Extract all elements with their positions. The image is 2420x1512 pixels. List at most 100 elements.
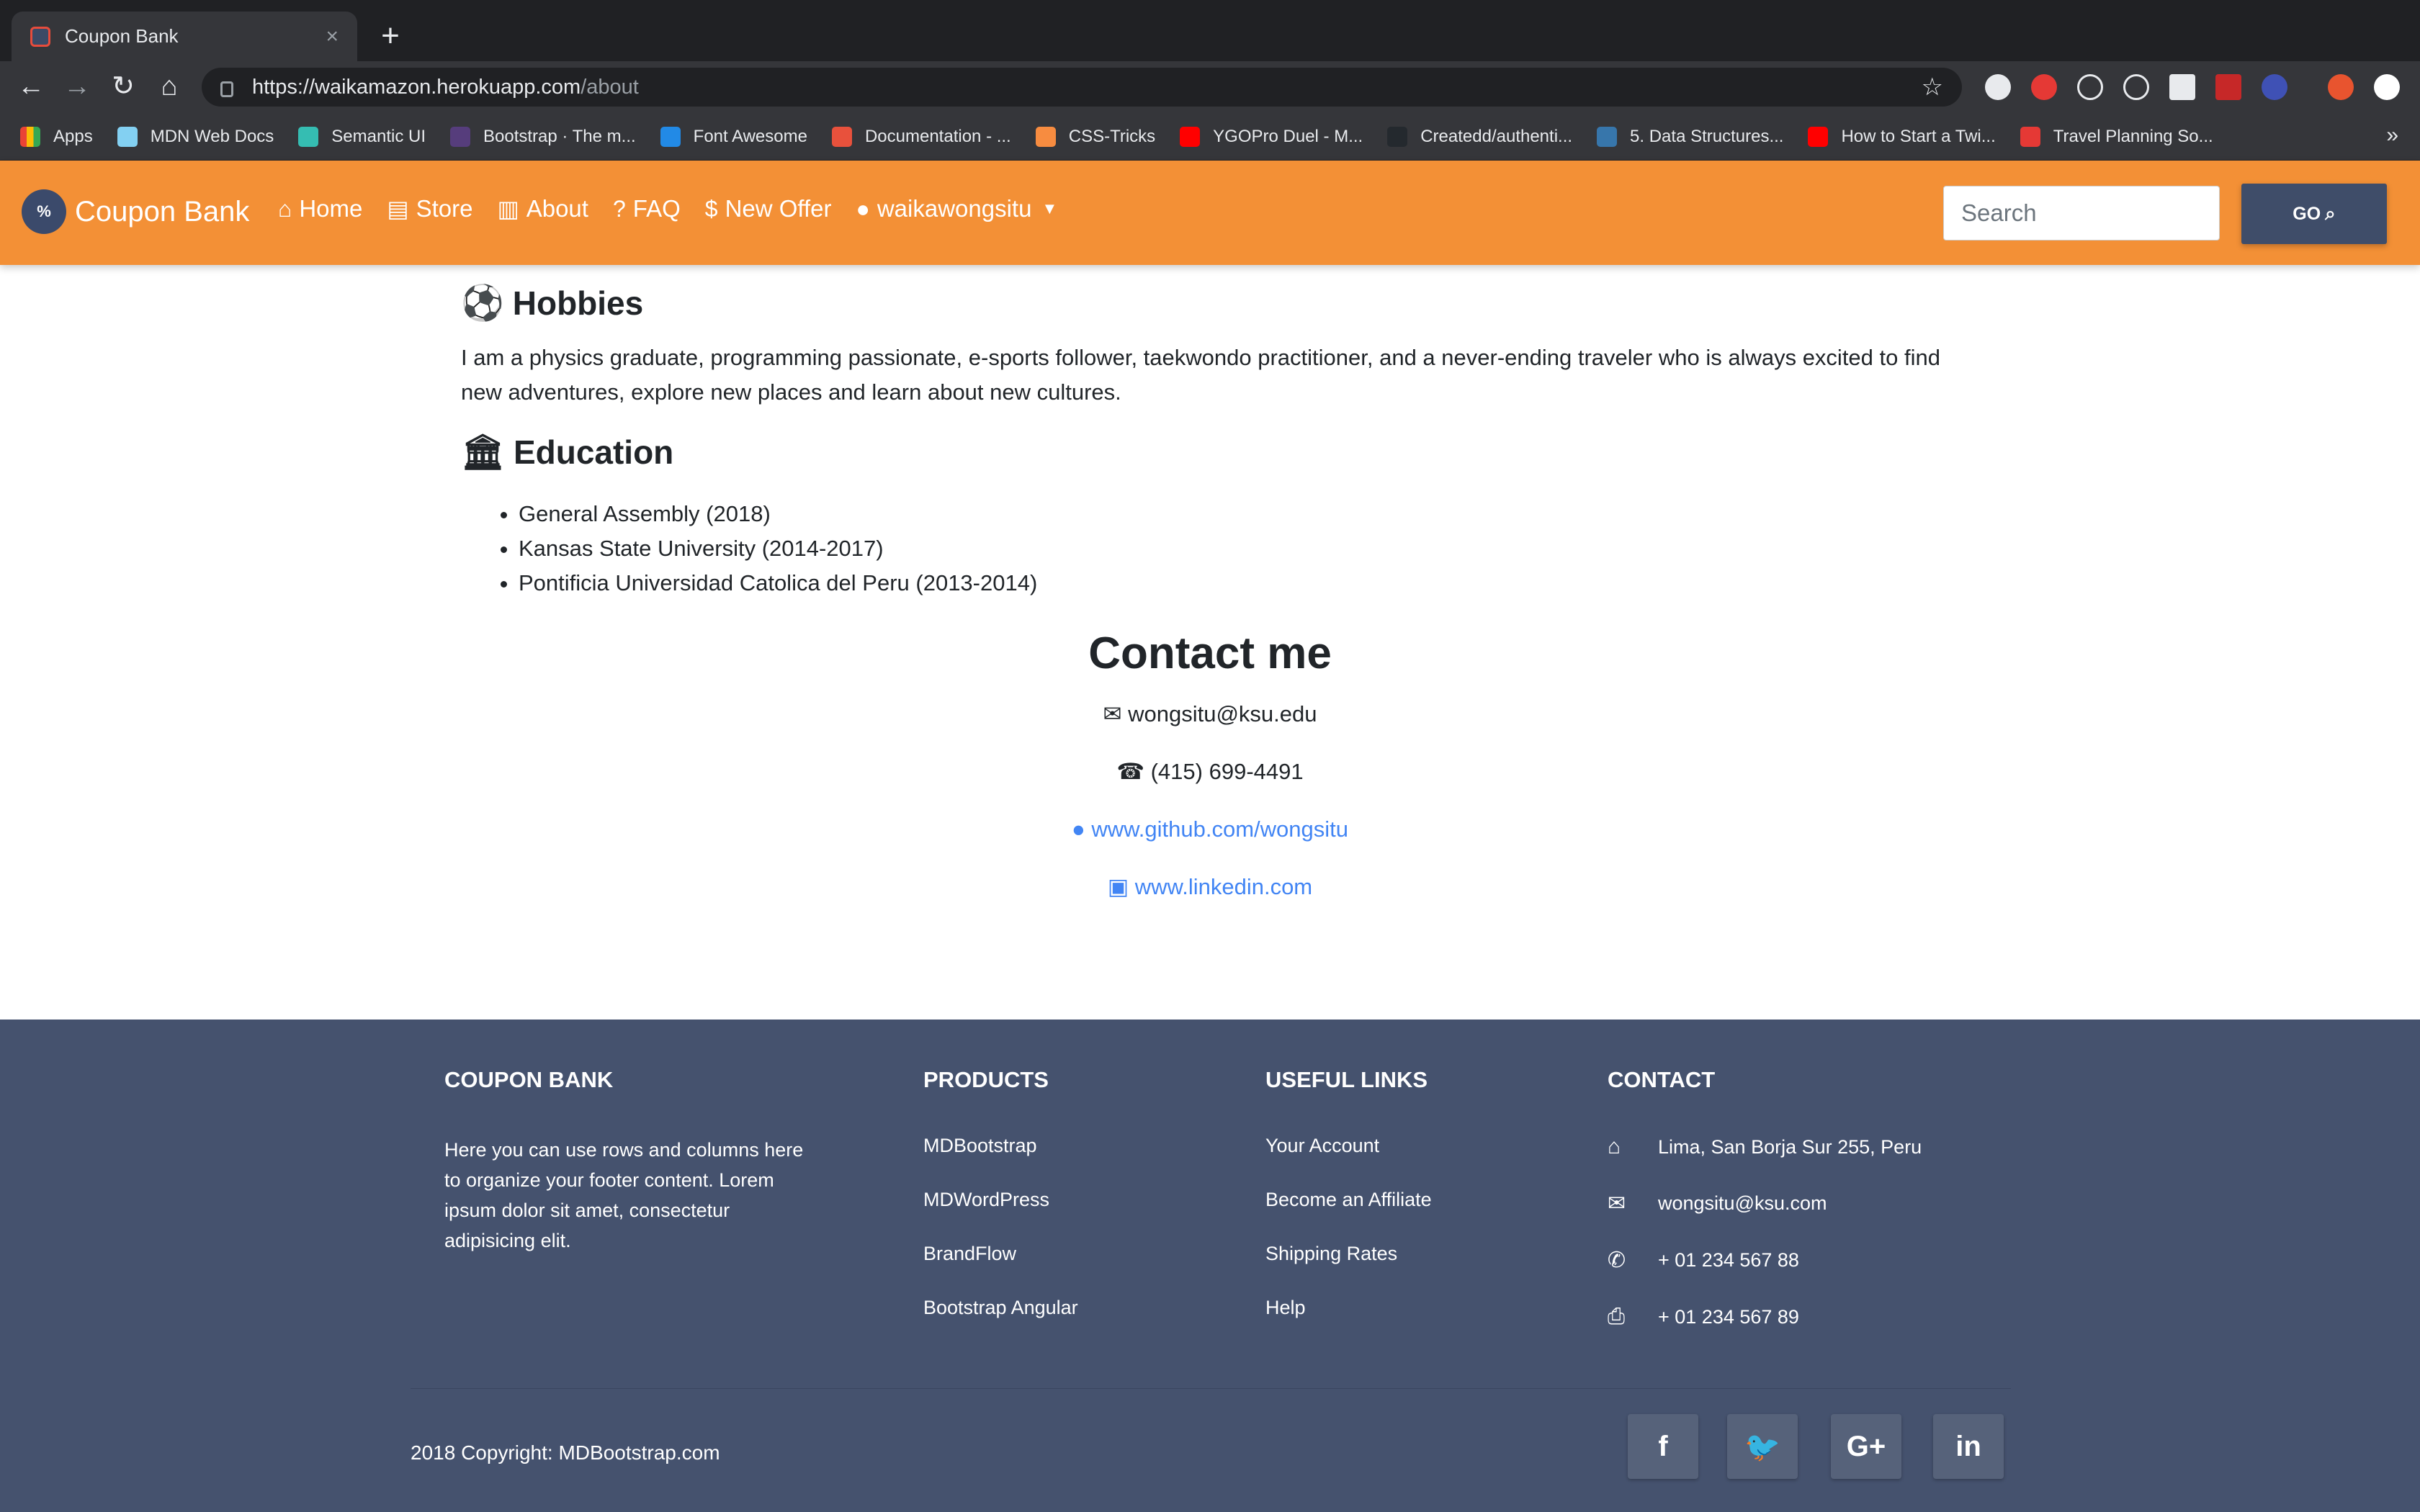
youtube-favicon-icon bbox=[1808, 126, 1829, 147]
user-dropdown[interactable]: ● waikawongsitu ▼ bbox=[856, 195, 1058, 222]
footer-products-column: PRODUCTS MDBootstrap MDWordPress BrandFl… bbox=[923, 1067, 1078, 1351]
bookmark-favicon-icon bbox=[1035, 126, 1056, 147]
nav-faq[interactable]: ? FAQ bbox=[613, 195, 681, 222]
bookmark-item[interactable]: Bootstrap · The m... bbox=[450, 126, 636, 147]
react-devtools-icon[interactable] bbox=[2077, 74, 2103, 100]
browser-tab[interactable]: Coupon Bank × bbox=[12, 12, 357, 61]
extension-icon[interactable] bbox=[2031, 74, 2057, 100]
extension-icon[interactable] bbox=[1985, 74, 2011, 100]
contact-email: ✉ wongsitu@ksu.edu bbox=[1103, 701, 1317, 726]
footer-link[interactable]: Help bbox=[1265, 1297, 1432, 1319]
envelope-open-icon: ✉ bbox=[1103, 701, 1129, 726]
extension-icon[interactable] bbox=[2262, 74, 2287, 100]
browser-tabstrip: Coupon Bank × + bbox=[0, 0, 2420, 61]
bookmark-item[interactable]: Createdd/authenti... bbox=[1387, 126, 1572, 147]
address-bar[interactable]: https://waikamazon.herokuapp.com/about ☆ bbox=[202, 68, 1962, 107]
university-icon: 🏛 bbox=[461, 433, 505, 472]
bookmark-item[interactable]: CSS-Tricks bbox=[1035, 126, 1155, 147]
footer-contact-column: CONTACT ⌂ Lima, San Borja Sur 255, Peru ✉… bbox=[1608, 1067, 1922, 1361]
footer-link[interactable]: BrandFlow bbox=[923, 1243, 1078, 1265]
education-heading: 🏛 Education bbox=[461, 431, 1973, 472]
back-icon[interactable]: ← bbox=[13, 68, 49, 104]
extension-icon[interactable] bbox=[2123, 74, 2149, 100]
footer-about-text: Here you can use rows and columns here t… bbox=[444, 1139, 804, 1251]
github-link[interactable]: ● www.github.com/wongsitu bbox=[0, 816, 2420, 842]
question-icon: ? bbox=[612, 195, 626, 222]
footer-link[interactable]: Your Account bbox=[1265, 1135, 1432, 1157]
hand-dollar-icon: $ bbox=[704, 195, 718, 222]
bookmark-favicon-icon bbox=[298, 126, 319, 147]
go-search-button[interactable]: GO ⌕ bbox=[2241, 184, 2387, 244]
footer-useful-links-column: USEFUL LINKS Your Account Become an Affi… bbox=[1265, 1067, 1432, 1351]
nav-home[interactable]: ⌂ Home bbox=[278, 195, 362, 222]
contact-heading: Contact me bbox=[1088, 629, 1332, 678]
caret-down-icon: ▼ bbox=[1041, 199, 1058, 217]
site-navbar: % Coupon Bank ⌂ Home ▤ Store ▥ About ? FAQ $… bbox=[0, 161, 2420, 265]
close-tab-icon[interactable]: × bbox=[326, 24, 339, 49]
contact-phone: ☎ (415) 699-4491 bbox=[1116, 759, 1304, 784]
cors-extension-icon[interactable] bbox=[2215, 74, 2241, 100]
footer-contact-item: ⌂ Lima, San Borja Sur 255, Peru bbox=[1608, 1135, 1922, 1158]
hobbies-paragraph: I am a physics graduate, programming pas… bbox=[461, 345, 1940, 405]
linkedin-button[interactable]: in bbox=[1933, 1414, 2004, 1479]
bookmark-favicon-icon bbox=[660, 126, 681, 147]
twitter-icon: 🐦 bbox=[1744, 1431, 1780, 1463]
footer-divider bbox=[411, 1388, 2011, 1389]
brand-name: Coupon Bank bbox=[75, 195, 250, 228]
building-icon: ▥ bbox=[497, 196, 519, 222]
bookmark-item[interactable]: Documentation - ... bbox=[831, 126, 1011, 147]
search-input[interactable] bbox=[1943, 186, 2220, 240]
footer-contact-item: ✆ + 01 234 567 88 bbox=[1608, 1248, 1799, 1272]
reload-icon[interactable]: ↻ bbox=[105, 68, 141, 104]
home-icon: ⌂ bbox=[278, 195, 292, 222]
menu-icon[interactable] bbox=[2374, 74, 2400, 100]
google-plus-icon: G+ bbox=[1846, 1430, 1886, 1462]
bookmark-favicon-icon bbox=[831, 126, 852, 147]
bookmark-item[interactable]: MDN Web Docs bbox=[117, 126, 274, 147]
footer-link[interactable]: Become an Affiliate bbox=[1265, 1189, 1432, 1211]
url-text: https://waikamazon.herokuapp.com/about bbox=[252, 75, 639, 99]
footer-link[interactable]: MDWordPress bbox=[923, 1189, 1078, 1211]
footer-link[interactable]: MDBootstrap bbox=[923, 1135, 1078, 1157]
profile-avatar[interactable] bbox=[2328, 74, 2354, 100]
twitter-button[interactable]: 🐦 bbox=[1727, 1414, 1798, 1479]
bookmarks-overflow-icon[interactable]: » bbox=[2386, 123, 2398, 148]
linkedin-link[interactable]: ▣ www.linkedin.com bbox=[0, 874, 2420, 900]
footer-heading: COUPON BANK bbox=[444, 1067, 614, 1092]
footer-heading: USEFUL LINKS bbox=[1265, 1067, 1428, 1092]
facebook-button[interactable]: f bbox=[1628, 1414, 1698, 1479]
footer-link[interactable]: Bootstrap Angular bbox=[923, 1297, 1078, 1319]
phone-icon: ✆ bbox=[1608, 1248, 1626, 1272]
google-plus-button[interactable]: G+ bbox=[1831, 1414, 1901, 1479]
home-icon: ⌂ bbox=[1608, 1135, 1621, 1158]
bookmark-item[interactable]: Travel Planning So... bbox=[2020, 126, 2213, 147]
bookmark-item[interactable]: Font Awesome bbox=[660, 126, 807, 147]
home-button-icon[interactable]: ⌂ bbox=[151, 68, 187, 104]
bookmark-item[interactable]: How to Start a Twi... bbox=[1808, 126, 1996, 147]
bookmark-item[interactable]: Apps bbox=[20, 126, 93, 147]
bookmark-item[interactable]: YGOPro Duel - M... bbox=[1180, 126, 1363, 147]
extension-icon[interactable] bbox=[2169, 74, 2195, 100]
new-tab-icon[interactable]: + bbox=[375, 20, 406, 52]
search-icon: ⌕ bbox=[2325, 202, 2336, 224]
nav-new-offer[interactable]: $ New Offer bbox=[705, 195, 832, 222]
bookmark-item[interactable]: Semantic UI bbox=[298, 126, 426, 147]
bookmark-favicon-icon bbox=[450, 126, 471, 147]
forward-icon[interactable]: → bbox=[59, 68, 95, 104]
bookmark-item[interactable]: 5. Data Structures... bbox=[1597, 126, 1783, 147]
brand-link[interactable]: % Coupon Bank bbox=[22, 189, 249, 234]
footer-contact-item: ✉ wongsitu@ksu.com bbox=[1608, 1192, 1827, 1215]
store-icon: ▤ bbox=[387, 196, 409, 222]
nav-store[interactable]: ▤ Store bbox=[387, 195, 472, 222]
bookmark-favicon-icon bbox=[1180, 126, 1201, 147]
site-footer: COUPON BANK Here you can use rows and co… bbox=[0, 1020, 2420, 1512]
user-icon: ● bbox=[856, 195, 870, 222]
footer-link[interactable]: Shipping Rates bbox=[1265, 1243, 1432, 1265]
about-content: ⚽ Hobbies I am a physics graduate, progr… bbox=[461, 265, 1973, 600]
bookmark-star-icon[interactable]: ☆ bbox=[1922, 73, 1943, 102]
education-list: General Assembly (2018) Kansas State Uni… bbox=[461, 497, 1973, 600]
nav-about[interactable]: ▥ About bbox=[497, 195, 588, 222]
futbol-icon: ⚽ bbox=[461, 284, 504, 323]
list-item: Pontificia Universidad Catolica del Peru… bbox=[519, 566, 1973, 600]
copyright-link[interactable]: MDBootstrap.com bbox=[558, 1441, 720, 1464]
